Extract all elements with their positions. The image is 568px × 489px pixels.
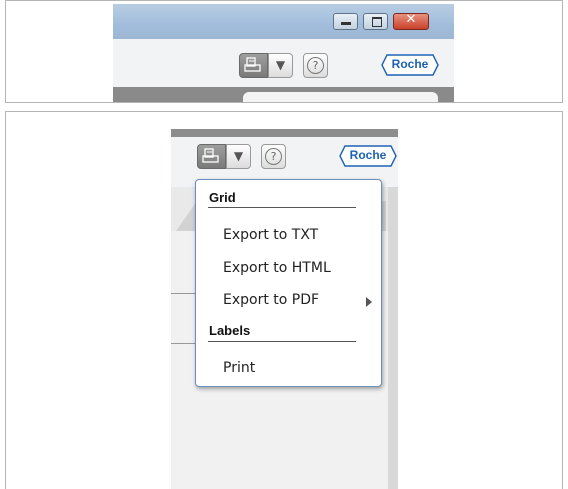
help-button[interactable]: ? — [303, 53, 328, 78]
dropdown-arrow-icon: ▼ — [233, 149, 244, 163]
help-button[interactable]: ? — [261, 144, 286, 169]
minimize-icon — [341, 22, 351, 25]
window-crop-top: ✕ ▼ ? Roche — [113, 4, 454, 102]
roche-logo-text: Roche — [391, 57, 429, 71]
minimize-button[interactable] — [333, 13, 358, 30]
roche-logo: Roche — [339, 145, 397, 167]
close-button[interactable]: ✕ — [393, 12, 429, 30]
print-button[interactable] — [239, 53, 268, 78]
divider — [171, 293, 196, 294]
content-tab — [243, 92, 438, 102]
menu-section-header-grid: Grid — [209, 190, 236, 205]
menu-item-print[interactable]: Print — [223, 360, 255, 376]
submenu-arrow-icon — [366, 297, 372, 307]
maximize-button[interactable] — [363, 13, 388, 30]
divider — [171, 343, 196, 344]
top-strip — [171, 129, 398, 137]
close-icon: ✕ — [405, 12, 417, 27]
toolbar: ▼ ? Roche — [113, 39, 454, 87]
print-button[interactable] — [197, 144, 226, 169]
print-icon — [202, 148, 219, 163]
help-icon: ? — [307, 57, 324, 74]
maximize-icon — [372, 17, 382, 27]
print-options-dropdown[interactable]: ▼ — [268, 53, 293, 78]
content-area-edge — [113, 87, 454, 102]
dropdown-arrow-icon: ▼ — [275, 58, 286, 72]
menu-separator — [208, 207, 356, 208]
help-icon: ? — [265, 148, 282, 165]
menu-item-export-pdf[interactable]: Export to PDF — [223, 292, 319, 308]
print-options-dropdown[interactable]: ▼ — [226, 144, 251, 169]
roche-logo-text: Roche — [349, 148, 387, 162]
menu-item-export-html[interactable]: Export to HTML — [223, 260, 331, 276]
title-bar: ✕ — [113, 4, 454, 39]
menu-separator — [208, 341, 356, 342]
menu-section-header-labels: Labels — [209, 323, 251, 338]
scroll-rail — [388, 187, 398, 489]
menu-item-export-txt[interactable]: Export to TXT — [223, 227, 318, 243]
print-dropdown-menu: Grid Export to TXT Export to HTML Export… — [195, 179, 382, 387]
print-icon — [244, 57, 261, 72]
roche-logo: Roche — [381, 54, 439, 76]
